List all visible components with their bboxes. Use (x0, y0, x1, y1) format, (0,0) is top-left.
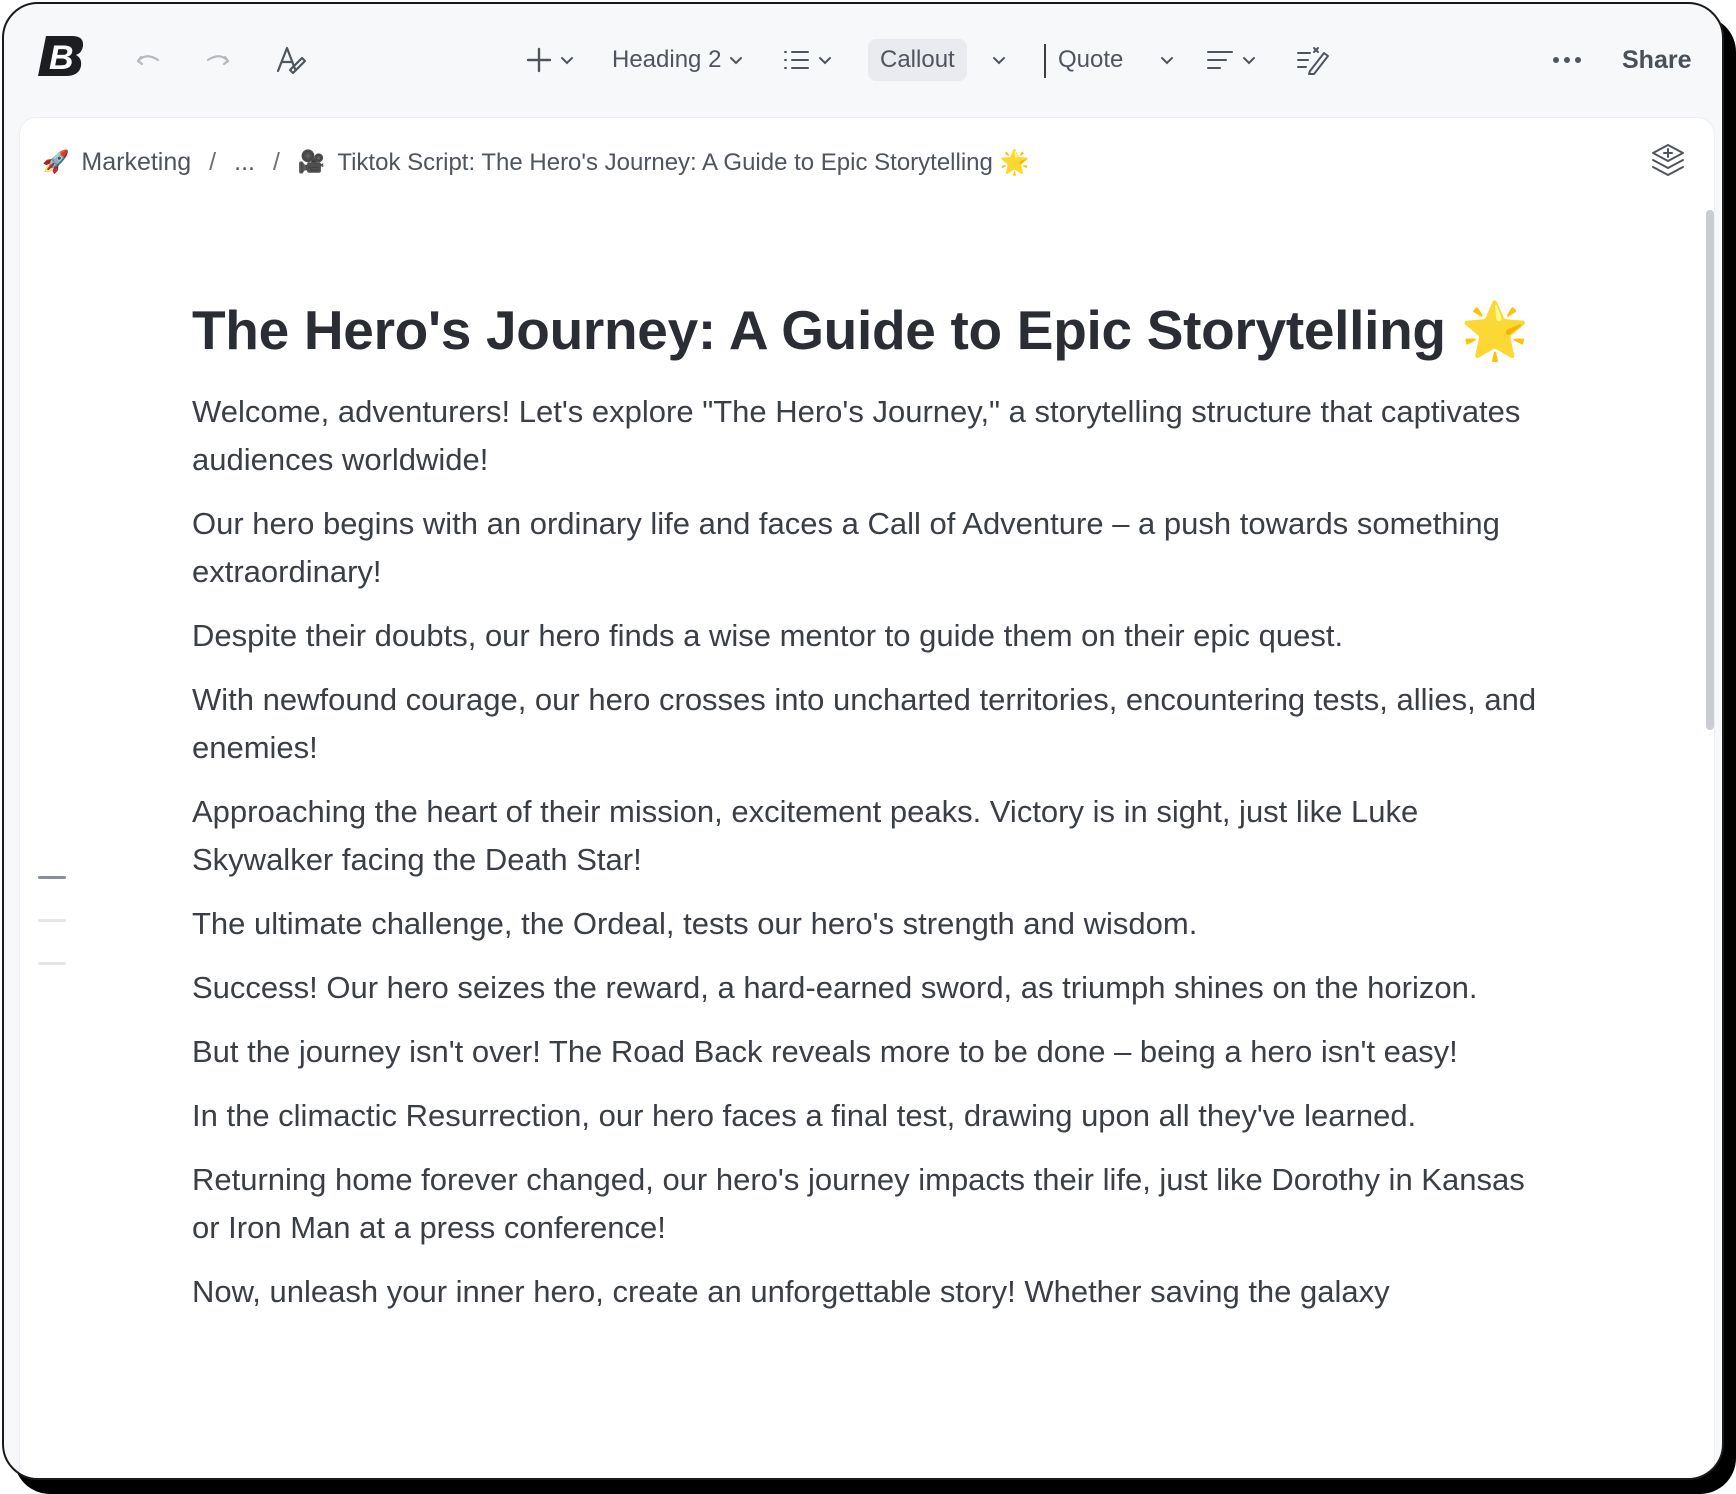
outline-marker[interactable] (38, 876, 66, 879)
app-window: B Heading 2 Callout Quote Share 🚀 Market… (2, 2, 1724, 1480)
add-layer-button[interactable] (1650, 142, 1686, 183)
callout-dropdown[interactable] (990, 38, 1008, 82)
clear-format-icon (276, 46, 307, 75)
paragraph[interactable]: Returning home forever changed, our hero… (192, 1156, 1552, 1252)
list-dropdown[interactable] (782, 38, 834, 82)
outline-marker[interactable] (38, 962, 66, 965)
svg-text:B: B (49, 39, 74, 77)
editor-toolbar: B Heading 2 Callout Quote Share (4, 4, 1722, 116)
paragraph[interactable]: Success! Our hero seizes the reward, a h… (192, 964, 1552, 1012)
rocket-icon: 🚀 (42, 149, 70, 174)
breadcrumb-separator: / (209, 147, 217, 176)
paragraph[interactable]: With newfound courage, our hero crosses … (192, 676, 1552, 772)
insert-block-button[interactable] (526, 38, 576, 82)
toolbar-divider (1044, 44, 1046, 78)
clear-format-button[interactable] (274, 38, 308, 82)
chevron-down-icon (1161, 57, 1173, 65)
chevron-down-icon (1243, 57, 1255, 65)
breadcrumb-ellipsis[interactable]: ... (234, 148, 255, 177)
callout-button[interactable]: Callout (868, 39, 967, 81)
scrollbar[interactable] (1706, 210, 1714, 730)
paragraph[interactable]: Despite their doubts, our hero finds a w… (192, 612, 1552, 660)
heading-dropdown[interactable]: Heading 2 (612, 38, 745, 82)
redo-button[interactable] (204, 38, 232, 82)
chevron-down-icon (819, 57, 831, 65)
paragraph[interactable]: Welcome, adventurers! Let's explore "The… (192, 388, 1552, 484)
movie-camera-icon: 🎥 (297, 149, 326, 174)
ai-edit-button[interactable] (1296, 38, 1330, 82)
align-dropdown[interactable] (1206, 38, 1258, 82)
chevron-down-icon (561, 57, 573, 65)
breadcrumb-separator: / (272, 147, 280, 176)
paragraph[interactable]: But the journey isn't over! The Road Bac… (192, 1028, 1552, 1076)
paragraph[interactable]: The ultimate challenge, the Ordeal, test… (192, 900, 1552, 948)
breadcrumb-item-marketing[interactable]: Marketing (81, 148, 191, 177)
undo-button[interactable] (134, 38, 162, 82)
chevron-down-icon (993, 57, 1005, 65)
quote-dropdown[interactable] (1158, 38, 1176, 82)
undo-icon (136, 55, 160, 66)
ai-edit-icon (1297, 47, 1329, 75)
document-body[interactable]: The Hero's Journey: A Guide to Epic Stor… (192, 294, 1552, 1332)
align-icon (1207, 51, 1233, 69)
quote-label: Quote (1058, 46, 1124, 73)
share-button[interactable]: Share (1622, 38, 1691, 82)
breadcrumb-item-current-page[interactable]: Tiktok Script: The Hero's Journey: A Gui… (337, 148, 1029, 177)
list-icon (784, 51, 809, 69)
heading-label: Heading 2 (612, 46, 722, 73)
app-logo[interactable]: B (36, 34, 86, 78)
plus-icon (526, 47, 552, 73)
paragraph[interactable]: In the climactic Resurrection, our hero … (192, 1092, 1552, 1140)
more-icon (1553, 57, 1581, 63)
paragraph[interactable]: Approaching the heart of their mission, … (192, 788, 1552, 884)
breadcrumb: 🚀 Marketing / ... / 🎥 Tiktok Script: The… (42, 142, 1029, 182)
chevron-down-icon (730, 57, 743, 65)
outline-marker[interactable] (38, 919, 66, 922)
paragraph[interactable]: Now, unleash your inner hero, create an … (192, 1268, 1552, 1316)
outline-markers[interactable] (38, 876, 66, 1005)
callout-label: Callout (880, 46, 955, 73)
more-options-button[interactable] (1552, 38, 1582, 82)
redo-icon (206, 55, 230, 66)
layers-plus-icon (1652, 144, 1684, 176)
quote-button[interactable]: Quote (1058, 38, 1123, 82)
document-panel: 🚀 Marketing / ... / 🎥 Tiktok Script: The… (20, 118, 1714, 1478)
paragraph[interactable]: Our hero begins with an ordinary life an… (192, 500, 1552, 596)
document-title[interactable]: The Hero's Journey: A Guide to Epic Stor… (192, 294, 1552, 366)
